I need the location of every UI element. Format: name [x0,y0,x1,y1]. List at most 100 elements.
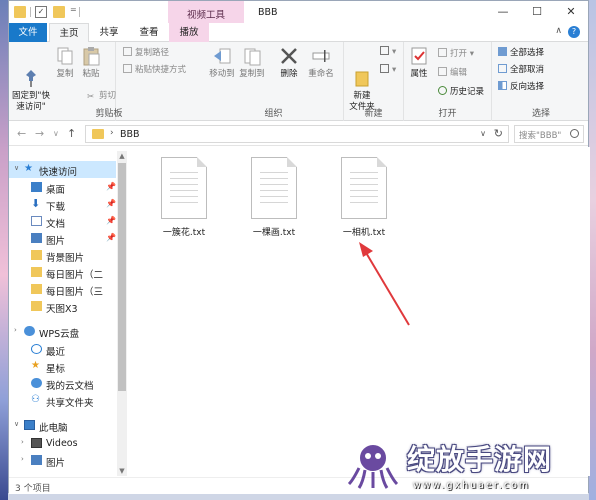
new-item-button[interactable]: ▾ [380,46,396,58]
quick-access-dropdown-icon[interactable]: = [70,5,77,14]
select-all-button[interactable]: 全部选择 [498,47,544,59]
pictures-icon [31,233,42,243]
recent-locations-icon[interactable]: ∨ [53,129,59,138]
chevron-down-icon[interactable]: ∨ [14,164,19,172]
sidebar-item-desktop[interactable]: 桌面 📌 [9,179,116,196]
computer-icon [24,420,35,430]
chevron-right-icon[interactable]: › [14,326,17,334]
scroll-down-icon[interactable]: ▼ [117,466,127,476]
scroll-up-icon[interactable]: ▲ [117,151,127,161]
sidebar-item-wps-cloud[interactable]: › WPS云盘 [9,323,116,340]
back-arrow-icon[interactable]: ← [17,127,26,140]
tab-share[interactable]: 共享 [91,23,127,42]
search-input[interactable]: 搜索"BBB" [514,125,584,143]
breadcrumb[interactable]: BBB [120,129,140,140]
maximize-button[interactable]: ☐ [520,1,554,23]
document-icon [31,216,42,226]
sidebar-item-quick-access[interactable]: ∨ ★ 快速访问 [9,161,116,178]
chevron-up-icon[interactable]: ∧ [555,26,562,36]
watermark-logo: 绽放手游网 www.gxhuaer.com [345,438,585,496]
delete-button[interactable]: 删除 [276,46,302,80]
divider [30,7,31,17]
properties-quick-icon[interactable]: ✓ [35,6,47,18]
invert-selection-button[interactable]: 反向选择 [498,81,544,93]
ribbon-group-label: 组织 [264,109,283,119]
sidebar-item-daily-images-2[interactable]: 每日图片（二 [9,264,116,281]
copy-to-button[interactable]: 复制到 [238,46,266,80]
easy-access-button[interactable]: ▾ [380,64,396,76]
sidebar-item-label: 图片 [46,458,66,469]
history-button[interactable]: 历史记录 [438,86,484,98]
copy-icon [55,46,75,66]
sidebar-item-label: 我的云文档 [46,381,94,392]
breadcrumb-separator-icon[interactable]: › [110,128,114,138]
ribbon-group-select: 全部选择 全部取消 反向选择 选择 [492,42,590,121]
pin-quick-access-button[interactable]: 固定到"快 速访问" [11,46,51,113]
paste-label: 粘贴 [82,69,100,79]
new-folder-quick-icon[interactable] [53,6,65,18]
copy-to-icon [242,46,262,66]
address-bar[interactable]: › BBB ∨ ↻ [85,125,509,143]
address-row: ← → ∨ ↑ › BBB ∨ ↻ 搜索"BBB" [9,122,588,146]
sidebar-item-documents[interactable]: 文档 📌 [9,213,116,230]
paste-button[interactable]: 粘贴 [79,46,103,80]
select-none-button[interactable]: 全部取消 [498,64,544,76]
chevron-right-icon[interactable]: › [21,438,24,446]
sidebar-item-label: 背景图片 [46,253,85,264]
copy-path-button[interactable]: 复制路径 [123,47,169,59]
sidebar-item-pictures[interactable]: 图片 📌 [9,230,116,247]
sidebar-item-downloads[interactable]: ⬇ 下载 📌 [9,196,116,213]
copy-path-label: 复制路径 [135,48,170,58]
close-button[interactable]: ✕ [554,1,588,23]
sidebar-item-my-cloud-docs[interactable]: 我的云文档 [9,375,116,392]
star-icon: ★ [24,163,33,174]
chevron-down-icon[interactable]: ∨ [14,420,19,428]
copy-button[interactable]: 复制 [53,46,77,80]
scroll-thumb[interactable] [118,163,126,391]
tab-file[interactable]: 文件 [9,23,47,42]
sidebar-item-background-images[interactable]: 背景图片 [9,247,116,264]
sidebar-item-label: 图片 [46,236,66,247]
chevron-right-icon[interactable]: › [21,455,24,463]
sidebar-item-daily-images-3[interactable]: 每日图片（三 [9,281,116,298]
help-icon[interactable]: ? [568,26,580,38]
pin-icon[interactable]: 📌 [106,216,116,225]
scissors-icon: ✂ [87,92,95,102]
sidebar-item-shared-folder[interactable]: ⚇ 共享文件夹 [9,392,116,409]
new-folder-button[interactable]: 新建 文件夹 [346,46,378,113]
sidebar-item-recent[interactable]: 最近 [9,341,116,358]
chevron-down-icon[interactable]: ∨ [480,129,486,138]
pin-icon[interactable]: 📌 [106,182,116,191]
pin-icon[interactable]: 📌 [106,233,116,242]
select-all-label: 全部选择 [510,48,545,58]
sidebar-item-starred[interactable]: ★ 星标 [9,358,116,375]
move-to-button[interactable]: 移动到 [208,46,236,80]
tab-home[interactable]: 主页 [49,23,89,42]
properties-button[interactable]: 属性 [406,46,432,80]
ribbon-group-clipboard: 固定到"快 速访问" 复制 粘贴 复制路径 粘贴快捷方式 ✂ 剪切 剪贴板 [9,42,186,121]
refresh-icon[interactable]: ↻ [494,127,503,140]
rename-button[interactable]: 重命名 [304,46,338,80]
minimize-button[interactable]: — [486,1,520,23]
sidebar-item-videos[interactable]: › Videos [9,435,116,452]
tab-view[interactable]: 查看 [131,23,167,42]
delete-label: 删除 [280,69,298,79]
sidebar-item-this-pc[interactable]: ∨ 此电脑 [9,417,116,434]
up-arrow-icon[interactable]: ↑ [67,127,76,140]
sidebar-item-label: 共享文件夹 [46,398,94,409]
nav-scrollbar[interactable]: ▲ ▼ [117,151,127,476]
paste-shortcut-button[interactable]: 粘贴快捷方式 [123,64,186,76]
sidebar-item-tiantu-x3[interactable]: 天图X3 [9,298,116,315]
edit-button[interactable]: 编辑 [438,67,467,79]
share-icon: ⚇ [31,394,40,405]
properties-icon [409,46,429,66]
cut-button[interactable]: ✂ 剪切 [87,90,116,102]
open-button[interactable]: 打开 ▾ [438,48,474,60]
sidebar-item-label: WPS云盘 [39,329,80,340]
sidebar-item-pictures-pc[interactable]: › 图片 [9,452,116,469]
ribbon-group-label: 剪贴板 [95,109,123,119]
forward-arrow-icon[interactable]: → [35,127,44,140]
pin-icon[interactable]: 📌 [106,199,116,208]
ribbon: 固定到"快 速访问" 复制 粘贴 复制路径 粘贴快捷方式 ✂ 剪切 剪贴板 移动… [9,42,588,121]
tab-play[interactable]: 播放 [169,23,209,42]
